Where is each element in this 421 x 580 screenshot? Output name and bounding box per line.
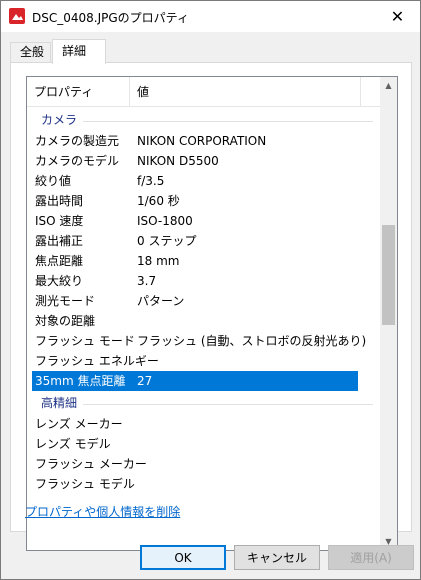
tab-general[interactable]: 全般	[10, 42, 51, 63]
property-name: 焦点距離	[35, 254, 84, 268]
property-name: 絞り値	[35, 174, 72, 188]
properties-dialog: DSC_0408.JPGのプロパティ ✕ 全般 詳細 プロパティ 値 カメラカメ…	[0, 0, 421, 580]
property-name: 対象の距離	[35, 314, 96, 328]
scroll-up-arrow-icon[interactable]: ▲	[380, 77, 397, 94]
apply-button[interactable]: 適用(A)	[328, 545, 414, 570]
property-name: 最大絞り	[35, 274, 84, 288]
property-list[interactable]: プロパティ 値 カメラカメラの製造元 NIKON CORPORATION カメラのモ…	[26, 76, 398, 551]
property-value: フラッシュ (自動、ストロボの反射光あり)	[137, 334, 367, 348]
property-value: パターン	[137, 294, 185, 308]
group-divider	[83, 404, 373, 405]
scrollbar-thumb[interactable]	[382, 225, 395, 325]
table-row[interactable]: カメラの製造元 NIKON CORPORATION	[27, 131, 381, 151]
group-label: カメラ	[41, 113, 78, 127]
group-divider	[83, 121, 373, 122]
property-name: フラッシュ エネルギー	[35, 354, 159, 368]
header-property[interactable]: プロパティ	[34, 77, 93, 107]
property-name: ISO 速度	[35, 214, 84, 228]
property-value: 18 mm	[137, 254, 180, 268]
remove-properties-link[interactable]: プロパティや個人情報を削除	[25, 503, 180, 520]
title-bar[interactable]: DSC_0408.JPGのプロパティ ✕	[1, 1, 420, 32]
property-value: 0 ステップ	[137, 234, 197, 248]
window-title: DSC_0408.JPGのプロパティ	[32, 11, 189, 25]
property-name: 露出補正	[35, 234, 84, 248]
property-value: f/3.5	[137, 174, 165, 188]
column-divider[interactable]	[360, 77, 361, 107]
image-file-icon	[9, 8, 25, 24]
property-name: カメラのモデル	[35, 154, 120, 168]
close-button[interactable]: ✕	[375, 1, 420, 32]
cancel-button[interactable]: キャンセル	[234, 545, 320, 570]
list-header: プロパティ 値	[27, 77, 381, 107]
property-value: NIKON CORPORATION	[137, 134, 267, 148]
property-value: 1/60 秒	[137, 194, 180, 208]
table-row[interactable]: カメラのモデル NIKON D5500	[27, 151, 381, 171]
tab-details[interactable]: 詳細	[52, 39, 106, 64]
property-name: 露出時間	[35, 194, 84, 208]
group-header[interactable]: カメラ	[27, 108, 381, 131]
property-name: フラッシュ メーカー	[35, 457, 147, 471]
table-row[interactable]: 露出補正 0 ステップ	[27, 231, 381, 251]
property-name: 35mm 焦点距離	[35, 374, 126, 388]
table-row[interactable]: レンズ モデル	[27, 434, 381, 454]
vertical-scrollbar[interactable]: ▲ ▼	[380, 77, 397, 550]
header-value[interactable]: 値	[137, 77, 149, 107]
ok-button[interactable]: OK	[140, 545, 226, 570]
table-row[interactable]: フラッシュ メーカー	[27, 454, 381, 474]
table-row[interactable]: 測光モード パターン	[27, 291, 381, 311]
group-label: 高精細	[41, 396, 78, 410]
property-name: 測光モード	[35, 294, 96, 308]
property-value: NIKON D5500	[137, 154, 219, 168]
property-name: レンズ モデル	[35, 437, 111, 451]
table-row[interactable]: ISO 速度 ISO-1800	[27, 211, 381, 231]
property-name: フラッシュ モデル	[35, 477, 135, 491]
table-row[interactable]: フラッシュ モデル	[27, 474, 381, 494]
table-row[interactable]: 最大絞り 3.7	[27, 271, 381, 291]
table-row[interactable]: 焦点距離 18 mm	[27, 251, 381, 271]
table-row[interactable]: 絞り値 f/3.5	[27, 171, 381, 191]
property-value: 3.7	[137, 274, 157, 288]
details-panel: プロパティ 値 カメラカメラの製造元 NIKON CORPORATION カメラのモ…	[10, 62, 412, 551]
table-row[interactable]: レンズ メーカー	[27, 414, 381, 434]
column-divider[interactable]	[129, 77, 130, 107]
property-value: 27	[137, 374, 153, 388]
group-header[interactable]: 高精細	[27, 391, 381, 414]
table-row[interactable]: 対象の距離	[27, 311, 381, 331]
table-row[interactable]: 露出時間 1/60 秒	[27, 191, 381, 211]
property-name: レンズ メーカー	[35, 417, 123, 431]
list-rows: カメラカメラの製造元 NIKON CORPORATION カメラのモデル NIKON …	[27, 108, 381, 494]
table-row[interactable]: フラッシュ エネルギー	[27, 351, 381, 371]
property-value: ISO-1800	[137, 214, 193, 228]
property-name: カメラの製造元	[35, 134, 120, 148]
property-name: フラッシュ モード	[35, 334, 135, 348]
table-row[interactable]: フラッシュ モード フラッシュ (自動、ストロボの反射光あり)	[27, 331, 381, 351]
table-row[interactable]: 35mm 焦点距離 27	[32, 371, 358, 391]
